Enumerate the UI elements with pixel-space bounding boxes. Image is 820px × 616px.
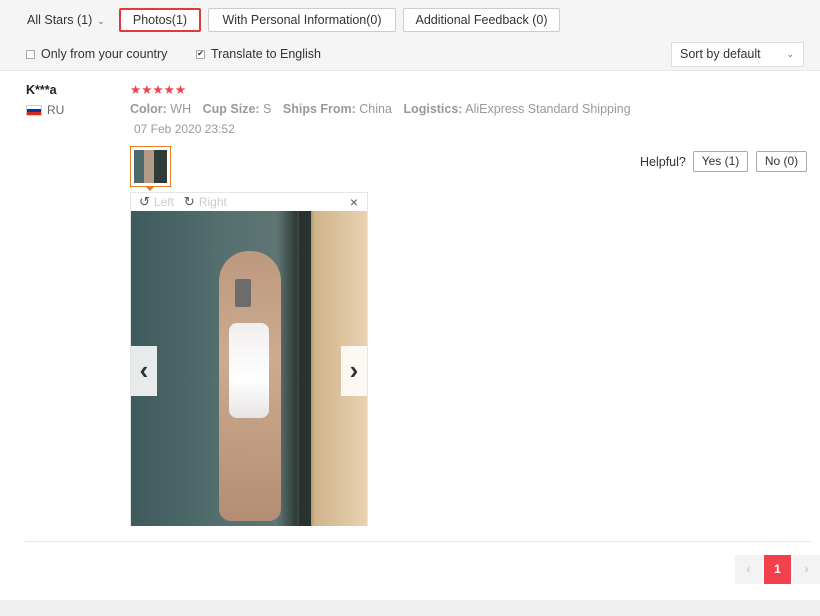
star-rating: ★★★★★ [130,83,187,97]
attr-key: Cup Size: [202,102,260,116]
chevron-down-icon: ⌄ [97,16,105,26]
helpful-no-button[interactable]: No (0) [756,151,807,172]
helpful-label: Helpful? [640,155,686,169]
translate-label: Translate to English [211,47,322,61]
viewer-toolbar: ↺ Left ↻ Right [131,193,367,211]
helpful-yes-button[interactable]: Yes (1) [693,151,748,172]
photo-thumbnail[interactable] [130,146,171,187]
photo-viewer: ↺ Left ↻ Right × ‹ › [130,192,368,526]
attr-value: WH [170,102,192,116]
bottom-bar [0,600,820,616]
rotate-right-label[interactable]: Right [199,195,227,209]
review-attributes: Color: WH Cup Size: S Ships From: China … [130,102,631,116]
attr-key: Logistics: [403,102,463,116]
prev-photo-arrow-icon[interactable]: ‹ [131,346,157,396]
only-country-checkbox[interactable]: Only from your country [26,47,167,61]
pagination-prev[interactable]: ‹ [735,555,762,584]
tab-personal-information[interactable]: With Personal Information(0) [208,8,396,32]
rotate-right-icon[interactable]: ↻ [184,194,195,210]
all-stars-label: All Stars (1) [27,13,93,27]
checkbox-checked-icon: ✔ [196,49,205,59]
rotate-left-label[interactable]: Left [154,195,174,209]
attr-value: S [263,102,272,116]
divider [25,541,811,542]
review-date: 07 Feb 2020 23:52 [134,122,235,136]
only-country-label: Only from your country [41,47,168,61]
rotate-left-icon[interactable]: ↺ [139,194,150,210]
thumbnail-caret-icon [145,186,155,191]
attr-key: Color: [130,102,167,116]
pagination-page-1[interactable]: 1 [764,555,791,584]
country-code: RU [47,103,65,117]
next-photo-arrow-icon[interactable]: › [341,346,367,396]
tab-additional-feedback[interactable]: Additional Feedback (0) [403,8,560,32]
chevron-down-icon: ⌄ [786,49,794,59]
attr-key: Ships From: [282,102,356,116]
sort-select[interactable]: Sort by default ⌄ [671,42,804,67]
pagination-next[interactable]: › [793,555,820,584]
review-photo: ‹ › [131,211,367,526]
tab-photos[interactable]: Photos(1) [119,8,201,32]
attr-value: AliExpress Standard Shipping [465,102,631,116]
all-stars-dropdown[interactable]: All Stars (1) ⌄ [27,13,105,27]
attr-value: China [359,102,392,116]
filter-bar: All Stars (1) ⌄ Photos(1) With Personal I… [0,0,820,71]
checkbox-unchecked-icon [26,49,35,59]
reviewer-country: RU [26,103,64,117]
sort-value: Sort by default [680,47,761,61]
reviewer-name: K***a [26,83,57,97]
close-icon[interactable]: × [350,194,358,210]
translate-checkbox[interactable]: ✔ Translate to English [196,47,321,61]
russia-flag-icon [26,104,42,116]
